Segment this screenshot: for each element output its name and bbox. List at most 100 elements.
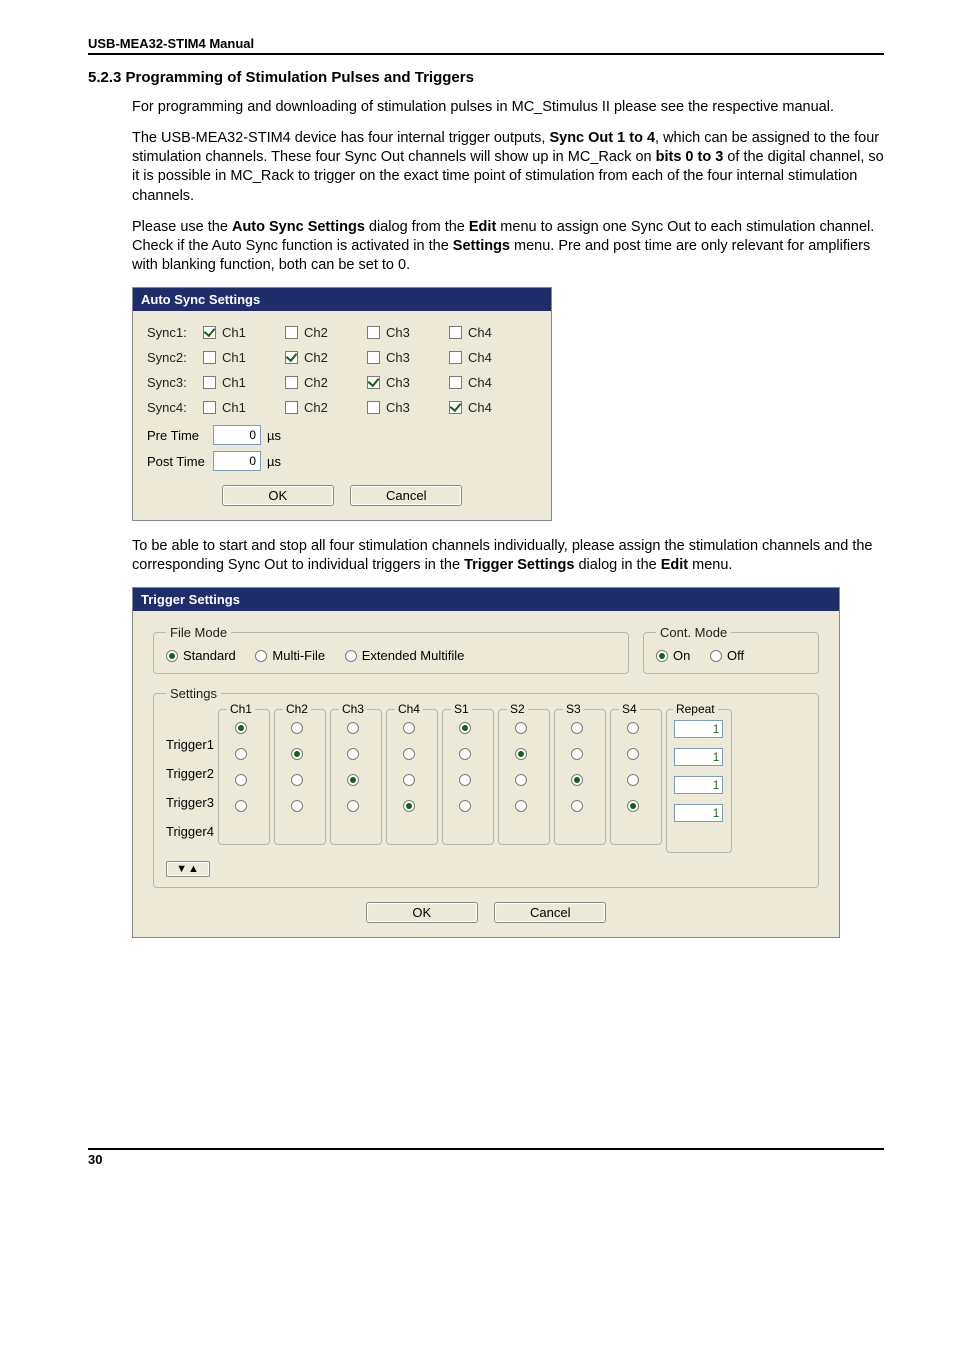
para-2: The USB-MEA32-STIM4 device has four inte… <box>132 129 884 206</box>
trigger-radio[interactable] <box>571 800 583 812</box>
trigger-row-label: Trigger3 <box>166 795 214 810</box>
file-mode-standard-radio[interactable] <box>166 650 178 662</box>
para-4: To be able to start and stop all four st… <box>132 537 884 575</box>
file-mode-extmulti-radio[interactable] <box>345 650 357 662</box>
auto-sync-cancel-button[interactable]: Cancel <box>350 485 462 506</box>
trigger-radio[interactable] <box>627 774 639 786</box>
trigger-radio[interactable] <box>515 800 527 812</box>
trigger-radio[interactable] <box>235 722 247 734</box>
sync-row: Sync3:Ch1Ch2Ch3Ch4 <box>147 375 537 390</box>
trigger-radio[interactable] <box>459 800 471 812</box>
sync-c3-label: Ch3 <box>386 325 410 340</box>
trigger-radio[interactable] <box>515 722 527 734</box>
trigger-cancel-button[interactable]: Cancel <box>494 902 606 923</box>
sync-c4-checkbox[interactable] <box>449 326 462 339</box>
repeat-input[interactable]: 1 <box>674 748 723 766</box>
sync-c1-checkbox[interactable] <box>203 326 216 339</box>
trigger-col-ch4: Ch4 <box>386 709 438 845</box>
file-mode-extmulti-label: Extended Multifile <box>362 648 465 663</box>
expand-collapse-button[interactable]: ▼▲ <box>166 861 210 877</box>
cont-mode-off-radio[interactable] <box>710 650 722 662</box>
trigger-radio[interactable] <box>347 748 359 760</box>
trigger-radio[interactable] <box>403 774 415 786</box>
sync-c4-checkbox[interactable] <box>449 401 462 414</box>
sync-c4-checkbox[interactable] <box>449 351 462 364</box>
sync-c3-checkbox[interactable] <box>367 401 380 414</box>
sync-c4-checkbox[interactable] <box>449 376 462 389</box>
sync-c3-label: Ch3 <box>386 400 410 415</box>
sync-c3-checkbox[interactable] <box>367 326 380 339</box>
sync-c3-label: Ch3 <box>386 350 410 365</box>
trigger-settings-dialog: Trigger Settings File Mode Standard Mult… <box>132 587 840 938</box>
trigger-radio[interactable] <box>403 800 415 812</box>
sync-c2-checkbox[interactable] <box>285 326 298 339</box>
auto-sync-ok-button[interactable]: OK <box>222 485 334 506</box>
trigger-radio[interactable] <box>627 722 639 734</box>
trigger-row-label: Trigger4 <box>166 824 214 839</box>
sync-c4-label: Ch4 <box>468 375 492 390</box>
header-rule <box>88 53 884 55</box>
sync-c2-checkbox[interactable] <box>285 401 298 414</box>
sync-c2-label: Ch2 <box>304 350 328 365</box>
trigger-row-labels: Trigger1 Trigger2 Trigger3 Trigger4 <box>166 709 214 839</box>
trigger-radio[interactable] <box>403 748 415 760</box>
sync-c1-checkbox[interactable] <box>203 351 216 364</box>
trigger-radio[interactable] <box>459 748 471 760</box>
trigger-radio[interactable] <box>291 748 303 760</box>
trigger-col-s2: S2 <box>498 709 550 845</box>
trigger-radio[interactable] <box>235 774 247 786</box>
sync-c1-label: Ch1 <box>222 350 246 365</box>
section-number: 5.2.3 <box>88 69 121 86</box>
trigger-ok-button[interactable]: OK <box>366 902 478 923</box>
trigger-radio[interactable] <box>627 748 639 760</box>
sync-c3-checkbox[interactable] <box>367 376 380 389</box>
trigger-col-ch2: Ch2 <box>274 709 326 845</box>
post-time-label: Post Time <box>147 454 213 469</box>
sync-c2-checkbox[interactable] <box>285 351 298 364</box>
sync-c1-label: Ch1 <box>222 400 246 415</box>
para-3: Please use the Auto Sync Settings dialog… <box>132 218 884 275</box>
trigger-radio[interactable] <box>403 722 415 734</box>
trigger-radio[interactable] <box>347 722 359 734</box>
repeat-input[interactable]: 1 <box>674 804 723 822</box>
trigger-radio[interactable] <box>571 722 583 734</box>
cont-mode-group: Cont. Mode On Off <box>643 625 819 674</box>
trigger-radio[interactable] <box>347 800 359 812</box>
trigger-radio[interactable] <box>291 722 303 734</box>
sync-row-label: Sync1: <box>147 325 203 340</box>
trigger-radio[interactable] <box>515 774 527 786</box>
sync-c2-checkbox[interactable] <box>285 376 298 389</box>
trigger-col-s4: S4 <box>610 709 662 845</box>
trigger-col-legend: Ch2 <box>283 702 311 716</box>
cont-mode-on-radio[interactable] <box>656 650 668 662</box>
trigger-radio[interactable] <box>627 800 639 812</box>
trigger-titlebar: Trigger Settings <box>133 588 839 611</box>
post-time-input[interactable]: 0 <box>213 451 261 471</box>
para-1: For programming and downloading of stimu… <box>132 98 884 117</box>
pre-time-input[interactable]: 0 <box>213 425 261 445</box>
sync-c3-checkbox[interactable] <box>367 351 380 364</box>
sync-c1-checkbox[interactable] <box>203 401 216 414</box>
trigger-radio[interactable] <box>459 774 471 786</box>
trigger-col-legend: Ch4 <box>395 702 423 716</box>
trigger-radio[interactable] <box>571 748 583 760</box>
settings-legend: Settings <box>166 686 221 701</box>
sync-c1-checkbox[interactable] <box>203 376 216 389</box>
trigger-radio[interactable] <box>235 748 247 760</box>
cont-mode-legend: Cont. Mode <box>656 625 731 640</box>
trigger-row-label: Trigger1 <box>166 737 214 752</box>
trigger-radio[interactable] <box>291 800 303 812</box>
trigger-radio[interactable] <box>235 800 247 812</box>
trigger-radio[interactable] <box>459 722 471 734</box>
trigger-radio[interactable] <box>291 774 303 786</box>
repeat-input[interactable]: 1 <box>674 720 723 738</box>
trigger-radio[interactable] <box>571 774 583 786</box>
file-mode-multifile-radio[interactable] <box>255 650 267 662</box>
trigger-col-ch1: Ch1 <box>218 709 270 845</box>
repeat-input[interactable]: 1 <box>674 776 723 794</box>
file-mode-legend: File Mode <box>166 625 231 640</box>
repeat-group: Repeat 1111 <box>666 709 732 853</box>
trigger-radio[interactable] <box>515 748 527 760</box>
trigger-radio[interactable] <box>347 774 359 786</box>
trigger-row-label: Trigger2 <box>166 766 214 781</box>
